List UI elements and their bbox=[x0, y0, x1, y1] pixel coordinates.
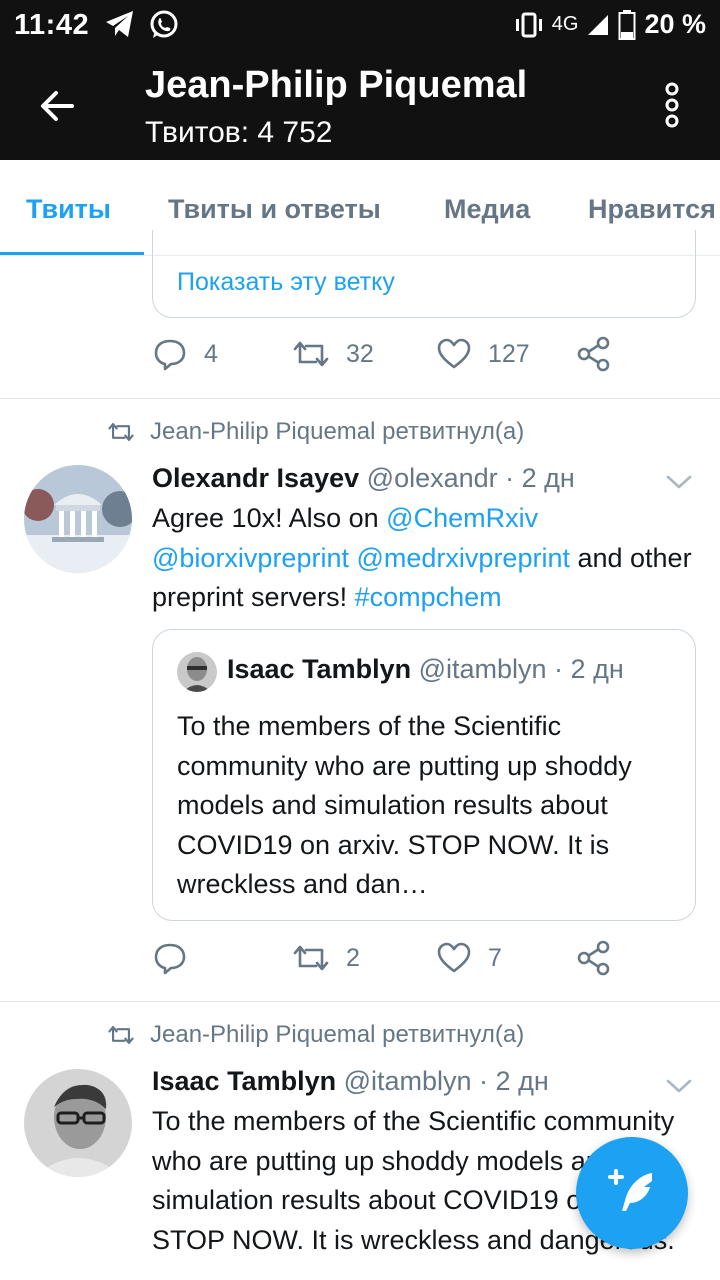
reply-icon bbox=[154, 943, 186, 975]
profile-header: Jean-Philip Piquemal Твитов: 4 752 bbox=[0, 50, 720, 160]
battery-level: 20 % bbox=[644, 9, 706, 39]
tweet-header: Isaac Tamblyn @itamblyn · 2 дн bbox=[152, 1066, 549, 1097]
mention-link[interactable]: @ChemRxiv bbox=[386, 503, 538, 533]
like-button[interactable]: 127 bbox=[436, 336, 530, 372]
retweeted-by-text: Jean-Philip Piquemal ретвитнул(а) bbox=[150, 418, 525, 445]
show-thread-link[interactable]: Показать эту ветку bbox=[177, 268, 395, 297]
telegram-icon bbox=[106, 11, 133, 37]
like-count: 7 bbox=[488, 943, 502, 972]
reply-button[interactable]: 4 bbox=[152, 336, 218, 372]
share-icon bbox=[577, 336, 610, 372]
tweet-actions: 4 32 127 bbox=[152, 336, 622, 380]
retweet-icon bbox=[293, 945, 329, 971]
heart-icon bbox=[437, 942, 471, 973]
author-meta: @itamblyn · 2 дн bbox=[343, 1066, 549, 1096]
status-time: 11:42 bbox=[14, 9, 90, 41]
tweet-header: Olexandr Isayev @olexandr · 2 дн bbox=[152, 463, 575, 494]
tab-tweets[interactable]: Твиты bbox=[26, 160, 111, 255]
more-options-icon[interactable] bbox=[660, 82, 684, 128]
hashtag-link[interactable]: #compchem bbox=[355, 582, 502, 612]
compose-tweet-button[interactable] bbox=[576, 1137, 688, 1249]
quoted-avatar bbox=[177, 652, 217, 692]
share-button[interactable] bbox=[576, 940, 612, 976]
reply-button[interactable] bbox=[152, 940, 204, 976]
author-name[interactable]: Olexandr Isayev bbox=[152, 463, 359, 493]
chevron-down-icon[interactable] bbox=[666, 474, 692, 490]
retweet-indicator: Jean-Philip Piquemal ретвитнул(а) bbox=[106, 1021, 524, 1049]
retweet-count: 2 bbox=[346, 943, 360, 972]
like-button[interactable]: 7 bbox=[436, 940, 502, 976]
like-count: 127 bbox=[488, 339, 530, 368]
mention-link[interactable]: @biorxivpreprint bbox=[152, 543, 349, 573]
avatar[interactable] bbox=[24, 1069, 132, 1177]
whatsapp-icon bbox=[150, 10, 178, 38]
active-tab-indicator bbox=[0, 252, 144, 255]
vibrate-icon bbox=[515, 12, 542, 37]
tweet-divider bbox=[0, 398, 720, 399]
retweet-icon bbox=[293, 341, 329, 367]
profile-name: Jean-Philip Piquemal bbox=[145, 64, 528, 106]
quoted-author-meta: @itamblyn · 2 дн bbox=[418, 654, 624, 684]
battery-icon bbox=[618, 9, 636, 40]
tweet-text-part: Agree 10x! Also on bbox=[152, 503, 387, 533]
retweet-icon bbox=[108, 1025, 134, 1045]
author-meta: @olexandr · 2 дн bbox=[366, 463, 575, 493]
retweet-indicator: Jean-Philip Piquemal ретвитнул(а) bbox=[106, 418, 524, 446]
avatar[interactable] bbox=[24, 465, 132, 573]
status-bar: 11:42 4G 20 % bbox=[0, 0, 720, 50]
retweet-count: 32 bbox=[346, 339, 374, 368]
signal-icon bbox=[588, 14, 609, 35]
reply-count: 4 bbox=[204, 339, 218, 368]
chevron-down-icon[interactable] bbox=[666, 1078, 692, 1094]
quoted-author-name: Isaac Tamblyn bbox=[227, 654, 412, 684]
share-button[interactable] bbox=[576, 336, 612, 372]
status-right: 4G 20 % bbox=[514, 9, 706, 40]
compose-feather-icon bbox=[608, 1169, 652, 1211]
heart-icon bbox=[437, 338, 471, 369]
tweet-divider bbox=[0, 1001, 720, 1002]
tweet-count: Твитов: 4 752 bbox=[145, 116, 333, 149]
quoted-text: To the members of the Scientific communi… bbox=[177, 711, 632, 899]
retweet-button[interactable]: 32 bbox=[292, 336, 374, 372]
thread-card[interactable]: Показать эту ветку bbox=[152, 230, 696, 318]
mention-link[interactable]: @medrxivpreprint bbox=[357, 543, 570, 573]
network-type: 4G bbox=[551, 13, 579, 35]
back-arrow-icon[interactable] bbox=[36, 84, 80, 128]
retweet-icon bbox=[108, 422, 134, 442]
author-name[interactable]: Isaac Tamblyn bbox=[152, 1066, 336, 1096]
tweet-text: Agree 10x! Also on @ChemRxiv @biorxivpre… bbox=[152, 499, 692, 618]
reply-icon bbox=[154, 339, 186, 371]
retweet-button[interactable]: 2 bbox=[292, 940, 360, 976]
share-icon bbox=[577, 940, 610, 976]
tweet-actions: 2 7 bbox=[152, 940, 622, 984]
quoted-tweet[interactable]: Isaac Tamblyn @itamblyn · 2 дн To the me… bbox=[152, 629, 696, 921]
retweeted-by-text: Jean-Philip Piquemal ретвитнул(а) bbox=[150, 1021, 525, 1048]
quoted-header: Isaac Tamblyn @itamblyn · 2 дн bbox=[227, 654, 624, 685]
